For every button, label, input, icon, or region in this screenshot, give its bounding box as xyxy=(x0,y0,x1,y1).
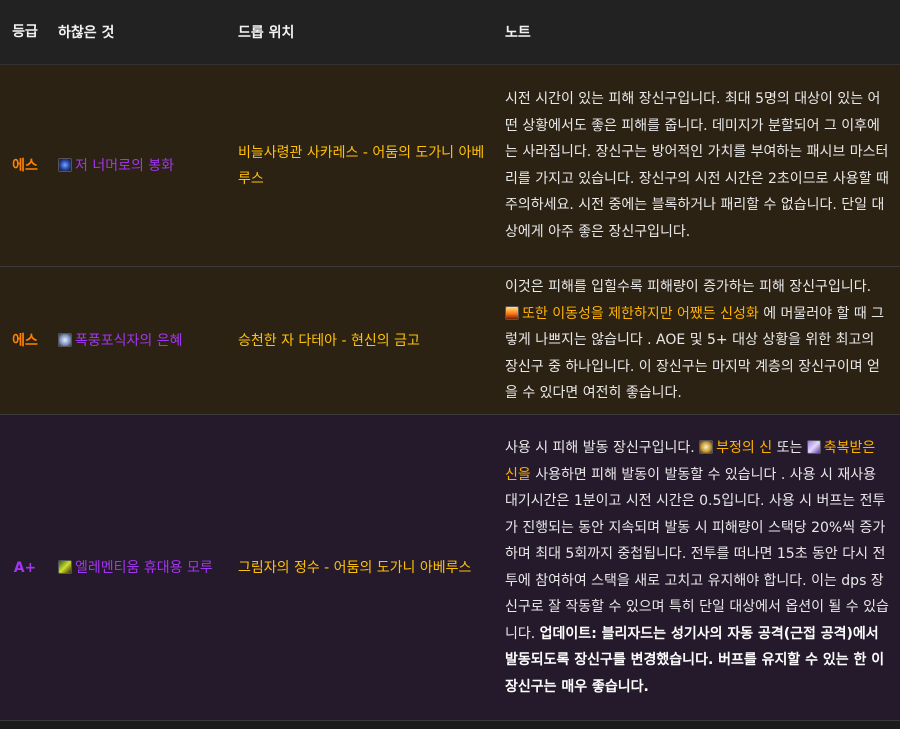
drop-location: 그림자의 정수 - 어둠의 도가니 아베루스 xyxy=(230,414,497,721)
unholy-god-link-text: 부정의 신 xyxy=(716,440,773,456)
trinket-link[interactable]: 엘레멘티움 휴대용 모루 xyxy=(58,559,213,576)
table-row: A+ 엘레멘티움 휴대용 모루 그림자의 정수 - 어둠의 도가니 아베루스 사… xyxy=(0,414,900,721)
grade-cell: 에스 xyxy=(0,266,50,415)
unholy-god-icon xyxy=(699,440,714,454)
beacon-gaze-icon xyxy=(58,157,72,172)
drop-location: 비늘사령관 사카레스 - 어둠의 도가니 아베루스 xyxy=(230,64,497,267)
consecration-link-text: 또한 이동성을 제한하지만 어쨌든 신성화 xyxy=(522,305,759,322)
note-text: 또는 xyxy=(772,440,807,456)
note-cell: 시전 시간이 있는 피해 장신구입니다. 최대 5명의 대상이 있는 어떤 상황… xyxy=(497,64,900,267)
grade-label: A+ xyxy=(13,559,37,576)
table-header-row: 등급 하찮은 것 드롭 위치 노트 xyxy=(0,0,900,65)
note-text: 사용 시 피해 발동 장신구입니다. xyxy=(505,440,700,456)
trinket-link[interactable]: 폭풍포식자의 은혜 xyxy=(58,332,183,349)
note-cell: 사용 시 피해 발동 장신구입니다. 부정의 신 또는 축복받은 신을 사용하면… xyxy=(497,414,900,721)
grade-cell: 에스 xyxy=(0,64,50,267)
note-cell: 이것은 피해를 입힐수록 피해량이 증가하는 피해 장신구입니다. 또한 이동성… xyxy=(497,266,900,415)
update-note: 업데이트: 블리자드는 성기사의 자동 공격(근접 공격)에서 발동되도록 장신… xyxy=(505,625,885,695)
table-row: 에스 폭풍포식자의 은혜 승천한 자 다테아 - 현신의 금고 이것은 피해를 … xyxy=(0,266,900,415)
note-text: 사용하면 피해 발동이 발동할 수 있습니다 . 사용 시 재사용 대기시간은 … xyxy=(505,466,889,642)
header-note: 노트 xyxy=(497,0,900,65)
table-row: 에스 저 너머로의 봉화 비늘사령관 사카레스 - 어둠의 도가니 아베루스 시… xyxy=(0,64,900,267)
grade-cell: A+ xyxy=(0,414,50,721)
blessed-god-icon xyxy=(806,440,821,454)
trinket-name: 저 너머로의 봉화 xyxy=(75,157,175,174)
trinket-cell: 저 너머로의 봉화 xyxy=(50,64,230,267)
consecration-fire-icon xyxy=(505,305,519,320)
grade-label: 에스 xyxy=(12,157,38,174)
header-trinket: 하찮은 것 xyxy=(50,0,230,65)
drop-location: 승천한 자 다테아 - 현신의 금고 xyxy=(230,266,497,415)
trinket-table: 등급 하찮은 것 드롭 위치 노트 에스 저 너머로의 봉화 비늘사령관 사카레… xyxy=(0,0,900,721)
trinket-name: 폭풍포식자의 은혜 xyxy=(75,332,183,349)
grade-label: 에스 xyxy=(12,332,38,349)
stormeater-icon xyxy=(58,332,72,347)
trinket-name: 엘레멘티움 휴대용 모루 xyxy=(75,559,213,576)
elementium-anvil-icon xyxy=(58,559,72,574)
note-text: 이것은 피해를 입힐수록 피해량이 증가하는 피해 장신구입니다. xyxy=(505,279,872,296)
consecration-link[interactable]: 또한 이동성을 제한하지만 어쨌든 신성화 xyxy=(505,305,759,322)
trinket-cell: 폭풍포식자의 은혜 xyxy=(50,266,230,415)
unholy-god-link[interactable]: 부정의 신 xyxy=(699,440,772,456)
header-drop: 드롭 위치 xyxy=(230,0,497,65)
trinket-cell: 엘레멘티움 휴대용 모루 xyxy=(50,414,230,721)
header-grade: 등급 xyxy=(0,0,50,65)
trinket-link[interactable]: 저 너머로의 봉화 xyxy=(58,157,175,174)
